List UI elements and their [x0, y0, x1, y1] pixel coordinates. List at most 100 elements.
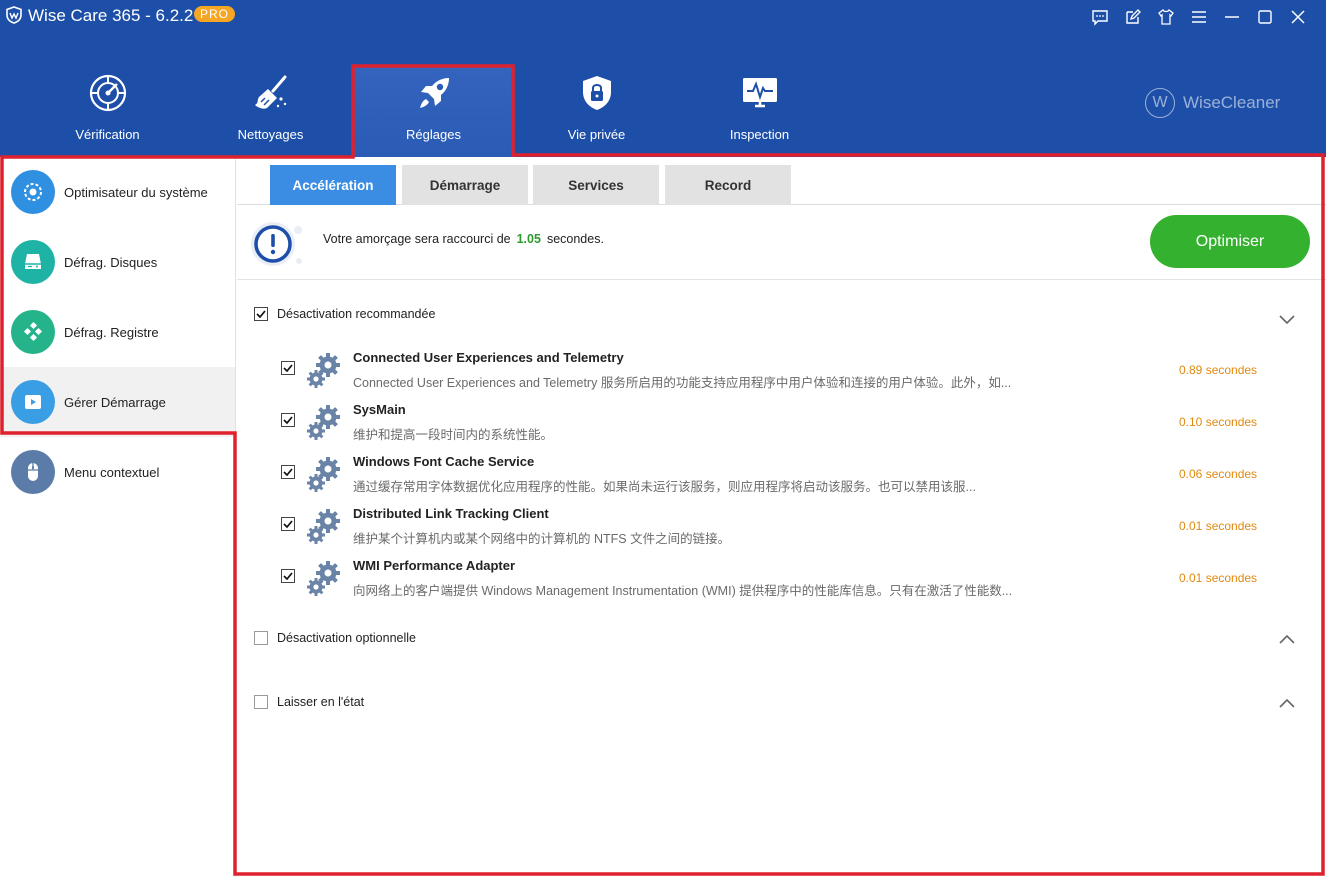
wisecleaner-logo-icon: W [1145, 88, 1175, 118]
sidebar-item-label: Gérer Démarrage [64, 394, 166, 410]
gears-icon [307, 561, 340, 596]
gear-optimizer-icon [11, 170, 55, 214]
sidebar-item-label: Optimisateur du système [64, 184, 208, 200]
broom-icon [254, 75, 286, 109]
gears-icon [307, 405, 340, 440]
close-icon[interactable] [1281, 6, 1314, 28]
gears-icon [307, 457, 340, 492]
title-bar: Wise Care 365 - 6.2.2 PRO [0, 0, 1326, 32]
nav-label: Réglages [406, 127, 461, 142]
main-nav: Vérification Nettoyages Réglages Vie pri… [26, 65, 841, 157]
maximize-icon[interactable] [1248, 6, 1281, 28]
tab-acceleration[interactable]: Accélération [270, 165, 396, 205]
nav-label: Vérification [75, 127, 140, 142]
service-time: 0.01 secondes [1179, 519, 1258, 533]
group-optional: Désactivation optionnelle [254, 627, 416, 649]
sidebar-item-context-menu[interactable]: Menu contextuel [0, 437, 235, 507]
tab-record[interactable]: Record [665, 165, 791, 205]
service-checkbox[interactable] [281, 569, 295, 583]
radar-icon [89, 74, 126, 112]
optimize-button[interactable]: Optimiser [1150, 215, 1310, 268]
service-checkbox[interactable] [281, 465, 295, 479]
chevron-up-icon[interactable] [1276, 628, 1298, 650]
service-name: WMI Performance Adapter [353, 558, 516, 573]
rocket-icon [419, 78, 449, 108]
service-description: 维护某个计算机内或某个网络中的计算机的 NTFS 文件之间的链接。 [353, 532, 731, 546]
tab-services[interactable]: Services [533, 165, 659, 205]
service-row: Distributed Link Tracking Client 维护某个计算机… [280, 506, 1280, 552]
sidebar-item-disk-defrag[interactable]: Défrag. Disques [0, 227, 235, 297]
edit-icon[interactable] [1116, 6, 1149, 28]
service-description: 维护和提高一段时间内的系统性能。 [353, 428, 554, 442]
pro-badge: PRO [194, 6, 236, 22]
service-time: 0.89 secondes [1179, 363, 1258, 377]
service-description: 通过缓存常用字体数据优化应用程序的性能。如果尚未运行该服务，则应用程序将启动该服… [353, 480, 976, 494]
group-recommended: Désactivation recommandée [254, 303, 435, 325]
summary-prefix: Votre amorçage sera raccourci de [323, 232, 511, 246]
group-leave-checkbox[interactable] [254, 695, 268, 709]
group-label: Désactivation optionnelle [277, 631, 416, 645]
registry-icon [11, 310, 55, 354]
sidebar: Optimisateur du système Défrag. Disques … [0, 157, 236, 877]
minimize-icon[interactable] [1215, 6, 1248, 28]
nav-label: Vie privée [567, 127, 626, 142]
service-row: WMI Performance Adapter 向网络上的客户端提供 Windo… [280, 558, 1280, 604]
wisecleaner-brand: W WiseCleaner [1145, 88, 1280, 118]
skin-icon[interactable] [1149, 6, 1182, 28]
service-name: SysMain [353, 402, 406, 417]
nav-privacy[interactable]: Vie privée [515, 65, 678, 157]
boot-summary-text: Votre amorçage sera raccourci de 1.05 seco… [323, 232, 604, 246]
service-row: SysMain 维护和提高一段时间内的系统性能。 0.10 secondes [280, 402, 1280, 448]
boot-summary-bar: Votre amorçage sera raccourci de 1.05 seco… [237, 205, 1326, 280]
service-description: 向网络上的客户端提供 Windows Management Instrument… [353, 584, 1013, 598]
feedback-icon[interactable] [1083, 6, 1116, 28]
chevron-down-icon[interactable] [1276, 308, 1298, 330]
service-name: Windows Font Cache Service [353, 454, 535, 469]
service-row: Connected User Experiences and Telemetry… [280, 350, 1280, 396]
menu-icon[interactable] [1182, 6, 1215, 28]
gears-icon [307, 509, 340, 544]
group-optional-checkbox[interactable] [254, 631, 268, 645]
summary-suffix: secondes. [546, 232, 604, 246]
window-controls [1083, 6, 1314, 28]
header: Wise Care 365 - 6.2.2 PRO Vérification N… [0, 0, 1326, 157]
group-label: Désactivation recommandée [277, 307, 436, 321]
chevron-up-icon[interactable] [1276, 692, 1298, 714]
tab-startup[interactable]: Démarrage [402, 165, 528, 205]
boot-time-saved: 1.05 [516, 232, 541, 246]
nav-inspection[interactable]: Inspection [678, 65, 841, 157]
app-title: Wise Care 365 - 6.2.2 [28, 6, 194, 25]
service-description: Connected User Experiences and Telemetry… [353, 376, 1012, 390]
service-checkbox[interactable] [281, 517, 295, 531]
sidebar-item-registry-defrag[interactable]: Défrag. Registre [0, 297, 235, 367]
main-panel: Accélération Démarrage Services Record V… [237, 157, 1326, 877]
shield-lock-icon [582, 76, 611, 110]
group-leave-as-is: Laisser en l'état [254, 691, 364, 713]
service-name: Connected User Experiences and Telemetry [353, 350, 624, 365]
nav-settings[interactable]: Réglages [352, 65, 515, 157]
app-logo-icon [6, 6, 22, 24]
nav-cleaning[interactable]: Nettoyages [189, 65, 352, 157]
service-checkbox[interactable] [281, 361, 295, 375]
mouse-icon [11, 450, 55, 494]
service-name: Distributed Link Tracking Client [353, 506, 549, 521]
tab-bar: Accélération Démarrage Services Record [237, 157, 1326, 205]
service-time: 0.06 secondes [1179, 467, 1258, 481]
nav-label: Inspection [729, 127, 790, 142]
disk-icon [11, 240, 55, 284]
brand-name: WiseCleaner [1183, 93, 1281, 112]
group-recommended-checkbox[interactable] [254, 307, 268, 321]
service-time: 0.10 secondes [1179, 415, 1258, 429]
service-time: 0.01 secondes [1179, 571, 1258, 585]
service-checkbox[interactable] [281, 413, 295, 427]
sidebar-item-system-optimizer[interactable]: Optimisateur du système [0, 157, 235, 227]
sidebar-item-label: Menu contextuel [64, 464, 160, 480]
nav-verification[interactable]: Vérification [26, 65, 189, 157]
play-window-icon [11, 380, 55, 424]
group-label: Laisser en l'état [277, 695, 365, 709]
monitor-pulse-icon [742, 78, 777, 108]
service-row: Windows Font Cache Service 通过缓存常用字体数据优化应… [280, 454, 1280, 500]
info-alert-icon [251, 222, 302, 266]
sidebar-item-startup-manager[interactable]: Gérer Démarrage [0, 367, 235, 437]
gears-icon [307, 353, 340, 388]
